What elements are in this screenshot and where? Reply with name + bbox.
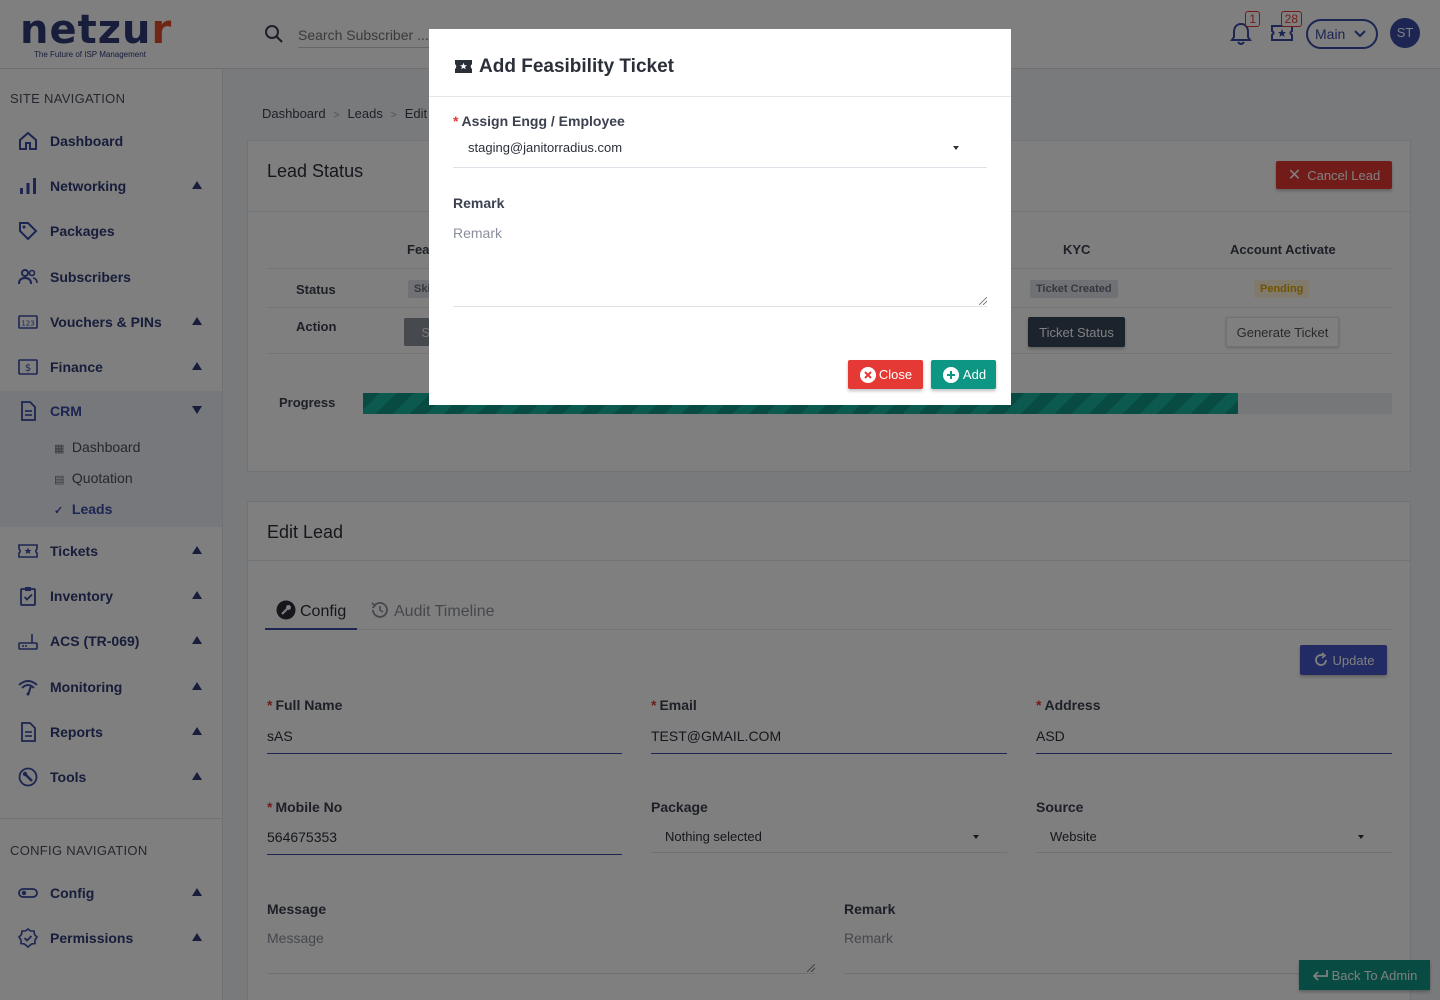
modal-remark-label: Remark (453, 195, 505, 211)
close-label: Close (878, 367, 913, 382)
assign-engg-label: * Assign Engg / Employee (453, 113, 625, 129)
dropdown-caret-icon (953, 146, 959, 150)
assign-engg-value: staging@janitorradius.com (468, 140, 623, 155)
modal-divider (429, 96, 1011, 97)
add-label: Add (962, 367, 987, 382)
ticket-icon (455, 60, 472, 73)
add-circle-icon (943, 367, 959, 383)
resize-grip-icon[interactable] (979, 297, 987, 305)
add-feasibility-ticket-modal: Add Feasibility Ticket * Assign Engg / Em… (429, 29, 1011, 405)
modal-title: Add Feasibility Ticket (454, 56, 674, 78)
modal-remark-textarea[interactable]: Remark (453, 222, 987, 307)
modal-add-button[interactable]: Add (931, 360, 996, 389)
close-circle-icon (860, 367, 876, 383)
assign-engg-select[interactable]: staging@janitorradius.com (453, 129, 987, 168)
modal-remark-placeholder: Remark (453, 225, 503, 241)
modal-close-button[interactable]: Close (848, 360, 923, 389)
